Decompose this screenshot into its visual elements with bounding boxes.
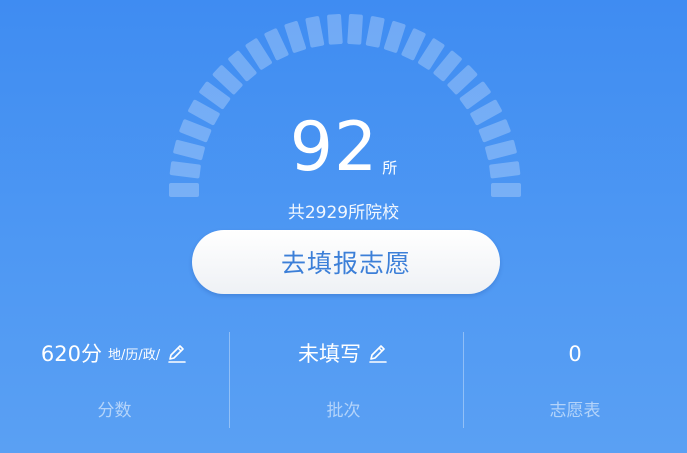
gauge-segment — [305, 16, 325, 48]
plan-count-value: 0 — [568, 342, 582, 366]
batch-label: 批次 — [326, 401, 361, 421]
gauge-segment — [284, 20, 307, 53]
subjects-value: 地/历/政/ — [107, 348, 161, 363]
gauge-segment — [327, 14, 343, 45]
stat-score-value-row: 620分 地/历/政/ — [0, 338, 229, 368]
stats-bar: 620分 地/历/政/ 分数 未填写 批次 0 志愿表 — [0, 328, 687, 428]
stat-score[interactable]: 620分 地/历/政/ 分数 — [0, 328, 229, 428]
gauge-segment — [347, 14, 363, 45]
match-count-unit: 所 — [382, 159, 398, 177]
total-colleges-text: 共2929所院校 — [287, 203, 400, 223]
plan-label: 志愿表 — [549, 401, 601, 421]
pencil-icon[interactable] — [166, 342, 188, 364]
batch-value: 未填写 — [298, 342, 361, 366]
pencil-icon[interactable] — [367, 342, 389, 364]
college-estimate-panel: 92 所 共2929所院校 去填报志愿 620分 地/历/政/ 分数 未填写 批… — [0, 0, 687, 453]
stat-batch-value-row: 未填写 — [229, 338, 458, 368]
match-count-number: 92 — [289, 108, 379, 187]
stat-batch[interactable]: 未填写 批次 — [229, 328, 458, 428]
stat-plan[interactable]: 0 志愿表 — [463, 328, 687, 428]
gauge-segment — [383, 20, 406, 53]
score-value: 620分 — [40, 342, 102, 366]
gauge-segment — [365, 16, 385, 48]
fill-application-button[interactable]: 去填报志愿 — [192, 230, 500, 294]
stat-plan-value-row: 0 — [463, 338, 687, 368]
score-label: 分数 — [97, 401, 132, 421]
match-count: 92 所 — [0, 108, 687, 188]
